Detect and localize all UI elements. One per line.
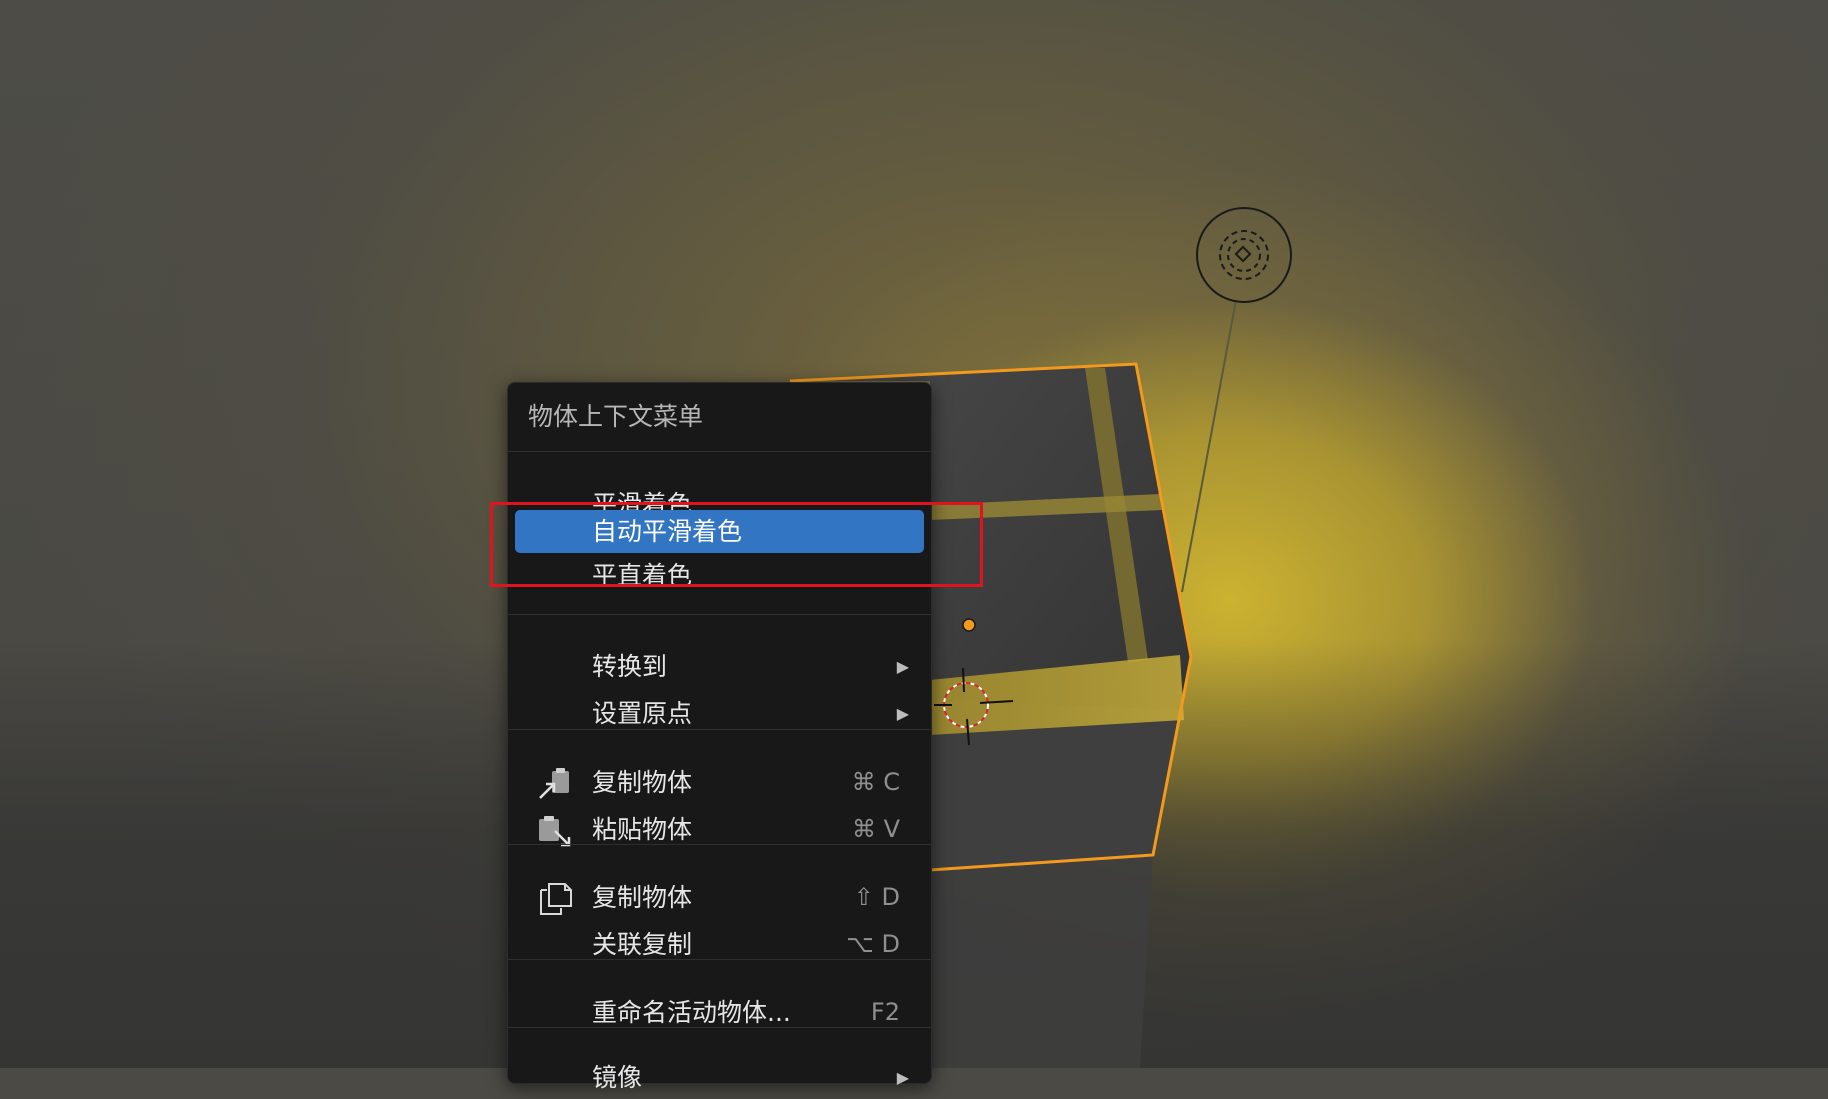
object-context-menu[interactable]: 物体上下文菜单 平滑着色 自动平滑着色 平直着色 转换到 ▶ 设置原点 ▶ 复制…	[507, 382, 932, 1092]
submenu-arrow-icon: ▶	[896, 657, 909, 676]
submenu-arrow-icon: ▶	[896, 1068, 909, 1087]
menu-item-label: 转换到	[592, 652, 668, 681]
menu-item-shade-flat[interactable]: 平直着色	[515, 557, 924, 587]
menu-item-label: 镜像	[592, 1063, 643, 1092]
menu-separator	[508, 959, 931, 960]
copy-object-icon	[537, 765, 573, 801]
menu-title: 物体上下文菜单	[528, 402, 704, 431]
menu-item-copy-objects[interactable]: 复制物体 ⌘ C	[515, 761, 924, 804]
menu-separator	[508, 614, 931, 615]
menu-separator	[508, 729, 931, 730]
menu-separator	[508, 844, 931, 845]
menu-item-label: 复制物体	[592, 883, 693, 912]
menu-separator	[508, 1027, 931, 1028]
menu-item-label: 平直着色	[592, 561, 693, 587]
menu-item-label: 复制物体	[592, 768, 693, 797]
object-origin	[962, 618, 976, 632]
duplicate-icon	[537, 880, 573, 916]
shortcut-label: ⌘ C	[851, 768, 900, 796]
area-light[interactable]	[1181, 207, 1292, 593]
cube-shadow	[930, 855, 1153, 1068]
shortcut-label: ⇧ D	[853, 883, 900, 911]
menu-separator	[508, 451, 931, 452]
menu-item-convert-to[interactable]: 转换到 ▶	[515, 645, 924, 688]
menu-item-mirror[interactable]: 镜像 ▶	[515, 1056, 924, 1099]
menu-item-duplicate-objects[interactable]: 复制物体 ⇧ D	[515, 876, 924, 919]
paste-object-icon	[537, 812, 573, 848]
menu-item-shade-auto-smooth[interactable]: 自动平滑着色	[515, 510, 924, 553]
menu-item-label: 自动平滑着色	[592, 517, 743, 546]
